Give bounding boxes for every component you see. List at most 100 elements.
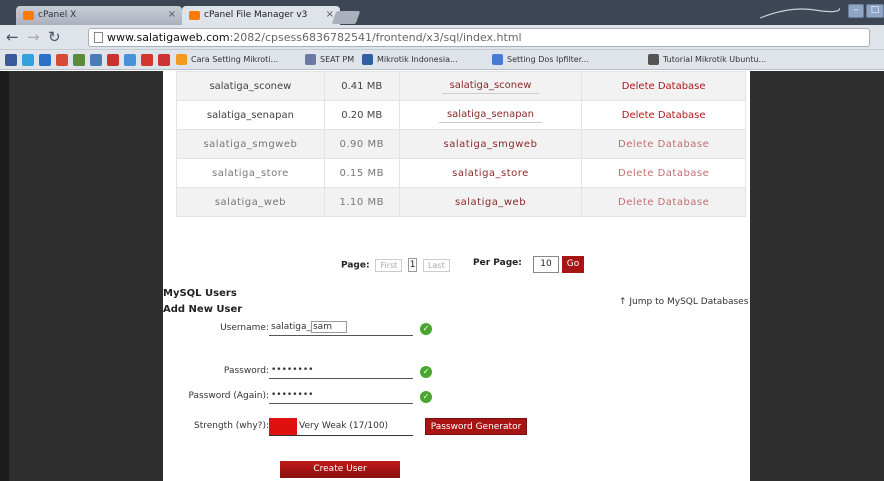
bookmark-item[interactable]: Setting Dos Ipfilter...: [492, 53, 589, 66]
delete-database-link[interactable]: Delete Database: [581, 158, 746, 188]
bookmark-favicon-icon: [492, 54, 503, 65]
page-icon: [94, 32, 103, 43]
delete-database-link[interactable]: Delete Database: [581, 100, 746, 130]
db-user-link[interactable]: salatiga_store: [444, 166, 537, 181]
bookmark-blue-icon[interactable]: [90, 54, 102, 66]
maximize-button[interactable]: □: [866, 4, 884, 18]
section-subtitle: Add New User: [163, 304, 243, 315]
bookmark-item[interactable]: SEAT PM: [305, 53, 354, 66]
per-page-input[interactable]: 10: [533, 256, 559, 273]
first-page-button[interactable]: First: [375, 258, 403, 272]
bookmark-label: Setting Dos Ipfilter...: [507, 55, 589, 64]
bookmark-label: Tutorial Mikrotik Ubuntu...: [663, 55, 767, 64]
check-icon: ✓: [420, 366, 432, 378]
password-again-label: Password (Again):: [188, 391, 269, 401]
per-page-label: Per Page:: [473, 258, 522, 268]
tab-label: cPanel X: [38, 10, 77, 20]
cpanel-favicon-icon: [189, 11, 200, 20]
minimize-button[interactable]: –: [848, 4, 864, 18]
table-row: salatiga_senapan 0.20 MB salatiga_senapa…: [176, 100, 746, 130]
cpanel-page: salatiga_sconew 0.41 MB salatiga_sconew …: [163, 71, 750, 481]
check-icon: ✓: [420, 323, 432, 335]
left-edge: [0, 71, 9, 481]
create-user-button[interactable]: Create User: [280, 461, 400, 478]
password-input[interactable]: ••••••••: [269, 363, 413, 379]
databases-table: salatiga_sconew 0.41 MB salatiga_sconew …: [176, 71, 746, 217]
username-input[interactable]: sam: [310, 321, 347, 333]
bookmark-green-icon[interactable]: [73, 54, 85, 66]
url-path: :2082/cpsess6836782541/frontend/x3/sql/i…: [229, 31, 522, 44]
bookmark-item[interactable]: Tutorial Mikrotik Ubuntu...: [648, 53, 766, 66]
delete-database-link[interactable]: Delete Database: [581, 129, 746, 159]
page-viewport: salatiga_sconew 0.41 MB salatiga_sconew …: [0, 71, 884, 481]
jump-to-databases-link[interactable]: ↑ Jump to MySQL Databases: [619, 297, 748, 307]
table-row: salatiga_smgweb 0.90 MB salatiga_smgweb …: [176, 129, 746, 159]
strength-underline: [269, 435, 413, 436]
bookmark-label: SEAT PM: [320, 55, 355, 64]
new-tab-button[interactable]: [331, 11, 361, 24]
bookmark-red-icon[interactable]: [107, 54, 119, 66]
bookmark-favicon-icon: [176, 54, 187, 65]
db-user-cell: salatiga_senapan: [398, 100, 583, 130]
db-name: salatiga_store: [176, 158, 325, 188]
twitter-icon[interactable]: [22, 54, 34, 66]
page-number-input[interactable]: 1: [408, 258, 418, 272]
bookmark-youtube-icon[interactable]: [141, 54, 153, 66]
skype-icon[interactable]: [39, 54, 51, 66]
db-name: salatiga_senapan: [176, 100, 325, 130]
username-field[interactable]: salatiga_ sam: [269, 320, 413, 336]
db-user-link[interactable]: salatiga_smgweb: [436, 137, 546, 152]
table-row: salatiga_sconew 0.41 MB salatiga_sconew …: [176, 71, 746, 101]
bookmarks-bar: Cara Setting Mikroti... SEAT PM Mikrotik…: [0, 50, 884, 70]
cpanel-favicon-icon: [23, 11, 34, 20]
bookmark-twitter-icon[interactable]: [124, 54, 136, 66]
db-size: 0.90 MB: [323, 129, 400, 159]
section-title: MySQL Users: [163, 288, 237, 299]
bookmark-favicon-icon: [362, 54, 373, 65]
reload-icon[interactable]: ↻: [48, 28, 61, 46]
bookmark-label: Mikrotik Indonesia...: [377, 55, 458, 64]
delete-database-link[interactable]: Delete Database: [581, 71, 746, 101]
db-size: 0.15 MB: [323, 158, 400, 188]
go-button[interactable]: Go: [562, 256, 584, 273]
password-again-input[interactable]: ••••••••: [269, 388, 413, 404]
password-label: Password:: [223, 366, 269, 376]
page-label: Page:: [341, 260, 370, 271]
bookmark-item[interactable]: Mikrotik Indonesia...: [362, 53, 458, 66]
db-user-link[interactable]: salatiga_web: [447, 195, 534, 210]
gmail-icon[interactable]: [56, 54, 68, 66]
db-user-link[interactable]: salatiga_senapan: [438, 107, 543, 123]
username-label: Username:: [220, 323, 269, 333]
forward-arrow-icon[interactable]: →: [27, 28, 40, 46]
bookmark-label: Cara Setting Mikroti...: [191, 55, 279, 64]
tab-label: cPanel File Manager v3: [204, 10, 308, 20]
bookmark-news-icon[interactable]: [158, 54, 170, 66]
db-user-link[interactable]: salatiga_sconew: [441, 78, 540, 94]
back-arrow-icon[interactable]: ←: [6, 28, 19, 46]
bookmark-item[interactable]: Cara Setting Mikroti...: [176, 53, 278, 66]
strength-meter: [269, 418, 297, 435]
address-bar[interactable]: www.salatigaweb.com:2082/cpsess683678254…: [88, 28, 870, 47]
password-generator-button[interactable]: Password Generator: [425, 418, 527, 435]
strength-label: Strength (why?):: [193, 421, 269, 431]
bookmark-favicon-icon: [305, 54, 316, 65]
table-row: salatiga_store 0.15 MB salatiga_store De…: [176, 158, 746, 188]
facebook-icon[interactable]: [5, 54, 17, 66]
db-name: salatiga_sconew: [176, 71, 325, 101]
tab-file-manager[interactable]: cPanel File Manager v3 ×: [182, 6, 340, 25]
db-user-cell: salatiga_sconew: [398, 71, 583, 101]
db-user-cell: salatiga_store: [398, 158, 583, 188]
db-user-cell: salatiga_web: [398, 187, 583, 217]
tab-cpanel-x[interactable]: cPanel X ×: [16, 6, 182, 25]
db-size: 0.20 MB: [323, 100, 400, 130]
strength-text: Very Weak (17/100): [299, 421, 389, 431]
pagination: Page: First 1 Last: [341, 258, 450, 272]
bookmark-favicon-icon: [648, 54, 659, 65]
last-page-button[interactable]: Last: [423, 258, 450, 272]
tab-close-icon[interactable]: ×: [168, 9, 176, 20]
delete-database-link[interactable]: Delete Database: [581, 187, 746, 217]
username-prefix: salatiga_: [271, 322, 311, 332]
db-name: salatiga_web: [176, 187, 325, 217]
url-host: www.salatigaweb.com: [107, 31, 230, 44]
check-icon: ✓: [420, 391, 432, 403]
